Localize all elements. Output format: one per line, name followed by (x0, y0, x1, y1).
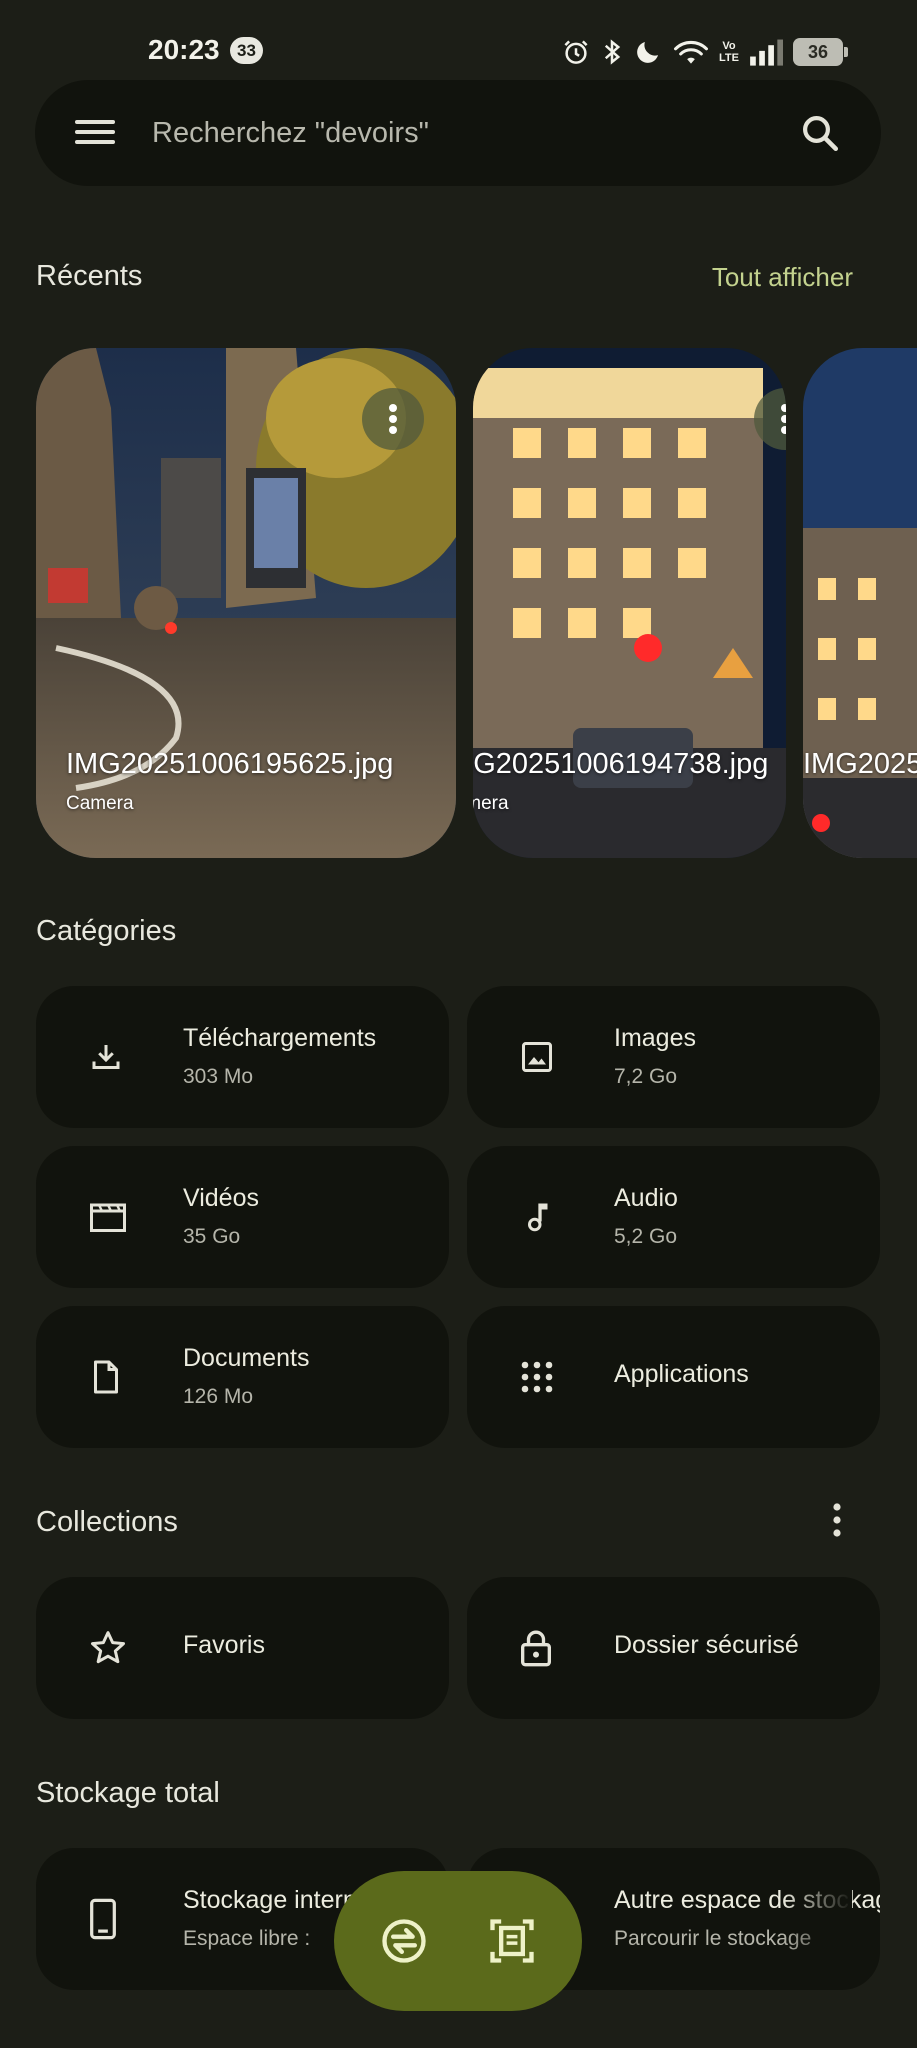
category-applications[interactable]: Applications (467, 1306, 880, 1448)
battery-icon: 36 (793, 38, 848, 66)
status-icons: Vo LTE 36 (561, 32, 848, 72)
video-clapper-icon (90, 1203, 126, 1232)
collections-title: Collections (36, 1506, 178, 1538)
more-vert-icon (389, 404, 397, 434)
recent-more-button[interactable] (362, 388, 424, 450)
recent-file-source: Camera (473, 793, 509, 814)
category-audio[interactable]: Audio 5,2 Go (467, 1146, 880, 1288)
notification-count-badge: 33 (230, 37, 263, 64)
recent-item[interactable]: IMG20251006194 (803, 348, 917, 858)
recent-item[interactable]: IMG20251006194738.jpg Camera (473, 348, 786, 858)
search-icon[interactable] (799, 112, 841, 154)
phone-icon (90, 1898, 116, 1940)
more-vert-icon (781, 404, 786, 434)
collection-secure-folder[interactable]: Dossier sécurisé (467, 1577, 880, 1719)
files-app-home: 20:23 33 Vo LTE 36 Recherchez "devoirs" R… (0, 0, 917, 2048)
recents-title: Récents (36, 260, 143, 292)
see-all-link[interactable]: Tout afficher (712, 262, 853, 293)
volte-label-top: Vo (722, 40, 736, 52)
category-size: 7,2 Go (614, 1065, 678, 1088)
download-icon (92, 1045, 120, 1069)
category-label: Téléchargements (183, 1024, 377, 1052)
document-icon (94, 1360, 118, 1394)
bluetooth-icon (604, 39, 621, 65)
category-size: 126 Mo (183, 1385, 254, 1408)
category-downloads[interactable]: Téléchargements 303 Mo (36, 986, 449, 1128)
recent-file-name: IMG20251006194 (803, 748, 917, 780)
text-fade (782, 1868, 852, 1968)
recent-item[interactable]: IMG20251006195625.jpg Camera (36, 348, 456, 858)
collection-label: Dossier sécurisé (614, 1631, 799, 1659)
recent-file-name: IMG20251006194738.jpg (473, 748, 769, 780)
search-bar[interactable]: Recherchez "devoirs" (35, 80, 881, 186)
signal-icon (750, 39, 783, 66)
category-label: Documents (183, 1344, 310, 1372)
status-time: 20:23 (148, 34, 220, 65)
wifi-icon (674, 40, 709, 64)
floating-action-bar (334, 1871, 582, 2011)
image-icon (522, 1042, 552, 1072)
apps-grid-icon (521, 1361, 553, 1393)
do-not-disturb-moon-icon (637, 42, 659, 63)
category-size: 35 Go (183, 1225, 241, 1248)
category-label: Audio (614, 1184, 678, 1212)
star-icon (91, 1631, 125, 1664)
collection-label: Favoris (183, 1631, 265, 1659)
category-label: Images (614, 1024, 696, 1052)
category-images[interactable]: Images 7,2 Go (467, 986, 880, 1128)
music-note-icon (528, 1203, 548, 1232)
storage-sub: Espace libre : (183, 1927, 311, 1950)
category-label: Vidéos (183, 1184, 259, 1212)
alarm-icon (564, 40, 588, 64)
category-size: 5,2 Go (614, 1225, 678, 1248)
menu-icon[interactable] (75, 116, 117, 148)
recent-thumbnail (803, 348, 917, 858)
collection-favorites[interactable]: Favoris (36, 1577, 449, 1719)
recent-file-name: IMG20251006195625.jpg (66, 748, 394, 780)
volte-icon: Vo LTE (719, 40, 739, 64)
transfer-icon[interactable] (378, 1915, 430, 1967)
storage-title: Stockage total (36, 1777, 220, 1809)
scan-document-icon[interactable] (486, 1915, 538, 1967)
recent-thumbnail (473, 348, 786, 858)
category-size: 303 Mo (183, 1065, 254, 1088)
category-label: Applications (614, 1360, 749, 1388)
collections-more-icon[interactable] (822, 1500, 852, 1540)
category-documents[interactable]: Documents 126 Mo (36, 1306, 449, 1448)
lock-icon (521, 1630, 551, 1667)
search-input[interactable]: Recherchez "devoirs" (152, 117, 429, 150)
volte-label-bottom: LTE (719, 52, 739, 64)
categories-title: Catégories (36, 915, 177, 947)
category-videos[interactable]: Vidéos 35 Go (36, 1146, 449, 1288)
recent-more-button[interactable] (754, 388, 786, 450)
recent-file-source: Camera (66, 793, 134, 814)
